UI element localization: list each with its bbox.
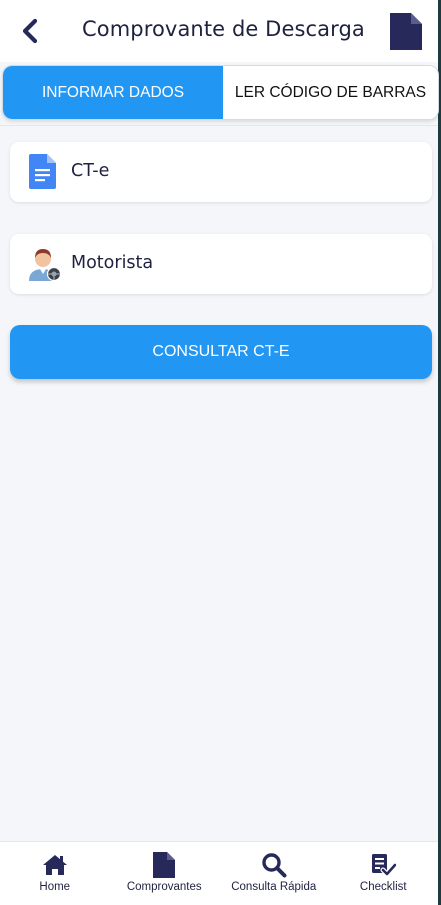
bottom-navigation: Home Comprovantes Consulta Rápida Checkl…	[0, 841, 438, 905]
app-header: Comprovante de Descarga	[0, 0, 438, 62]
nav-label-comprovantes: Comprovantes	[126, 881, 202, 893]
nav-item-comprovantes[interactable]: Comprovantes	[110, 842, 220, 905]
nav-label-home: Home	[39, 881, 71, 893]
page-title: Comprovante de Descarga	[82, 17, 365, 41]
tab-ler-codigo-de-barras[interactable]: LER CÓDIGO DE BARRAS	[223, 66, 438, 119]
tab-label: INFORMAR DADOS	[41, 83, 185, 101]
document-blue-icon	[29, 154, 56, 189]
document-icon	[151, 852, 177, 878]
search-icon	[261, 852, 287, 878]
back-button[interactable]	[14, 14, 46, 48]
motorista-label: Motorista	[71, 253, 154, 273]
tab-label: LER CÓDIGO DE BARRAS	[234, 83, 427, 101]
document-button[interactable]	[390, 13, 422, 50]
consultar-cte-button[interactable]: CONSULTAR CT-E	[10, 325, 432, 379]
chevron-left-icon	[22, 18, 38, 44]
nav-label-consulta-rapida: Consulta Rápida	[231, 881, 317, 893]
home-icon	[42, 852, 68, 878]
nav-label-checklist: Checklist	[359, 881, 407, 893]
nav-item-home[interactable]: Home	[0, 842, 110, 905]
checklist-icon	[370, 852, 397, 878]
motorista-field[interactable]: Motorista	[10, 234, 432, 294]
cte-label: CT-e	[71, 161, 110, 181]
nav-item-consulta-rapida[interactable]: Consulta Rápida	[219, 842, 329, 905]
consultar-cte-label: CONSULTAR CT-E	[152, 343, 290, 360]
nav-item-checklist[interactable]: Checklist	[329, 842, 439, 905]
document-icon	[390, 13, 422, 50]
driver-avatar-icon	[29, 249, 62, 282]
tab-informar-dados[interactable]: INFORMAR DADOS	[3, 66, 223, 119]
cte-field[interactable]: CT-e	[10, 142, 432, 202]
header-divider	[0, 125, 438, 126]
mode-tabs: INFORMAR DADOS LER CÓDIGO DE BARRAS	[2, 65, 439, 120]
